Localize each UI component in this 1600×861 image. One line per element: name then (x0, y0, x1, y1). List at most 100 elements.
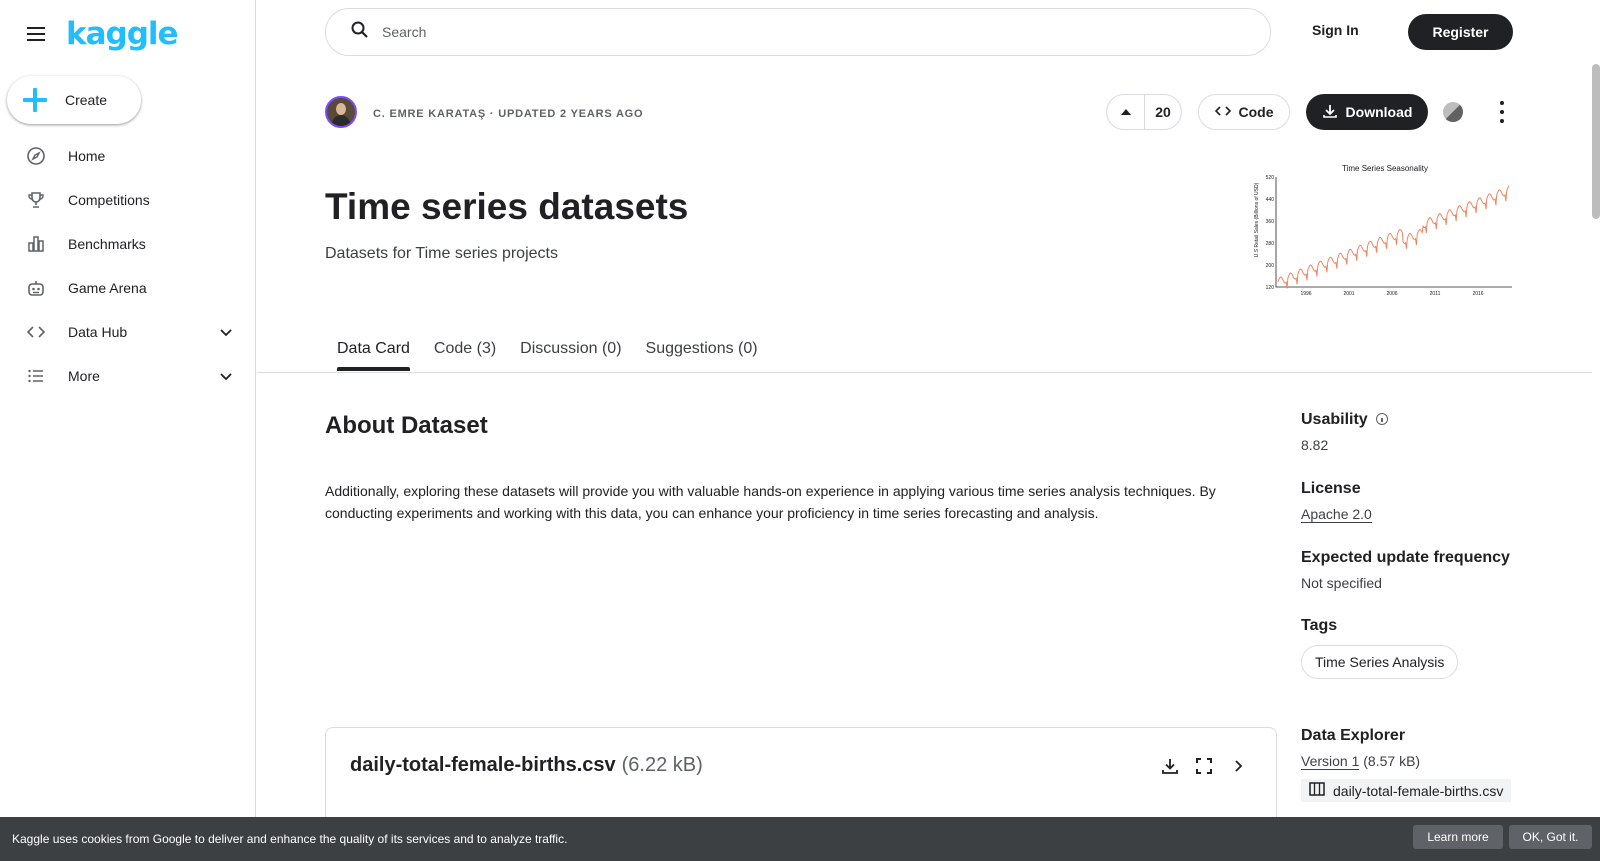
chevron-right-icon[interactable] (1228, 756, 1248, 776)
file-size: (6.22 kB) (621, 754, 703, 776)
download-button[interactable]: Download (1306, 94, 1428, 130)
more-options-icon[interactable] (1500, 101, 1504, 123)
data-explorer-label: Data Explorer (1301, 727, 1406, 744)
tag-chip[interactable]: Time Series Analysis (1301, 645, 1459, 679)
table-icon (1309, 782, 1325, 799)
upvote-button[interactable] (1107, 95, 1145, 129)
bar-chart-icon (26, 234, 46, 254)
compass-icon (26, 146, 46, 166)
code-button[interactable]: Code (1198, 94, 1290, 130)
chevron-down-icon[interactable] (218, 368, 234, 384)
sidebar-item-label: Game Arena (68, 280, 147, 296)
sidebar-item-label: Home (68, 148, 106, 164)
license-label: License (1301, 480, 1361, 497)
thumbnail-ytick-label: 200 (1266, 263, 1275, 269)
tab-suggestions[interactable]: Suggestions (0) (634, 330, 770, 370)
download-icon (1322, 103, 1338, 122)
create-label: Create (65, 92, 108, 108)
thumbnail-axes (1275, 177, 1512, 288)
download-icon[interactable] (1160, 756, 1180, 776)
search-input[interactable] (382, 24, 1182, 40)
sidebar-item-home[interactable]: Home (0, 134, 256, 178)
tags-label: Tags (1301, 617, 1338, 634)
code-button-label: Code (1238, 104, 1274, 120)
avatar[interactable] (325, 96, 357, 128)
thumbnail-xtick-label: 1996 (1300, 291, 1311, 297)
usability-section: Usability 8.82 (1301, 411, 1388, 453)
download-button-label: Download (1345, 104, 1413, 120)
license-link[interactable]: Apache 2.0 (1301, 506, 1372, 523)
register-button[interactable]: Register (1408, 14, 1513, 50)
update-frequency-section: Expected update frequency Not specified (1301, 549, 1510, 591)
sidebar-item-game-arena[interactable]: Game Arena (0, 266, 256, 310)
thumbnail-xtick-label: 2016 (1472, 291, 1483, 297)
sidebar-item-label: Data Hub (68, 324, 128, 340)
thumbnail-ytick-label: 440 (1266, 197, 1275, 203)
sidebar-item-competitions[interactable]: Competitions (0, 178, 256, 222)
about-title: About Dataset (325, 412, 488, 439)
sign-in-button[interactable]: Sign In (1312, 22, 1359, 38)
update-frequency-value: Not specified (1301, 575, 1382, 591)
file-name: daily-total-female-births.csv (350, 754, 616, 776)
search-icon (350, 20, 370, 45)
thumbnail-xtick-label: 2011 (1430, 291, 1441, 297)
sidebar-item-label: Competitions (68, 192, 150, 208)
usability-value: 8.82 (1301, 437, 1329, 453)
sidebar-header: kaggle (24, 16, 179, 52)
sidebar-item-more[interactable]: More (0, 354, 256, 398)
version-size: (8.57 kB) (1363, 753, 1421, 769)
sidebar-item-label: More (68, 368, 100, 384)
sidebar: kaggle Create Home Competitions Benchmar… (0, 0, 256, 861)
upvote-count: 20 (1155, 104, 1171, 120)
dataset-meta: C. EMRE KARATAŞ · UPDATED 2 YEARS AGO (373, 108, 644, 120)
create-button[interactable]: Create (7, 76, 141, 124)
tab-bar: Data Card Code (3) Discussion (0) Sugges… (325, 330, 770, 371)
arrow-up-icon (1120, 109, 1131, 115)
robot-icon (26, 278, 46, 298)
thumbnail-ylabel: U.S Retail Sales (Billions of USD) (1254, 182, 1260, 257)
tab-discussion[interactable]: Discussion (0) (508, 330, 633, 370)
plus-icon (23, 88, 47, 112)
info-icon[interactable] (1375, 412, 1388, 425)
sidebar-item-label: Benchmarks (68, 236, 146, 252)
sidebar-nav: Home Competitions Benchmarks Game Arena … (0, 134, 256, 398)
thumbnail-xtick-label: 2006 (1386, 291, 1397, 297)
page-title: Time series datasets (325, 186, 689, 227)
usability-label: Usability (1301, 411, 1368, 428)
explorer-file-item[interactable]: daily-total-female-births.csv (1301, 779, 1512, 802)
menu-icon[interactable] (24, 22, 48, 46)
scrollbar[interactable] (1592, 64, 1600, 219)
learn-more-button[interactable]: Learn more (1413, 825, 1503, 849)
explorer-file-name: daily-total-female-births.csv (1333, 782, 1504, 799)
trophy-icon (26, 190, 46, 210)
upvote-widget: 20 (1106, 94, 1182, 130)
chevron-down-icon[interactable] (218, 324, 234, 340)
theme-toggle-icon[interactable] (1443, 102, 1463, 122)
code-icon (26, 322, 46, 342)
tab-code[interactable]: Code (3) (422, 330, 508, 370)
thumbnail-xtick-label: 2001 (1343, 291, 1354, 297)
cookie-banner: Kaggle uses cookies from Google to deliv… (0, 817, 1600, 861)
about-text: Additionally, exploring these datasets w… (325, 483, 1216, 521)
cookie-text: Kaggle uses cookies from Google to deliv… (12, 832, 568, 846)
thumbnail-series-line (1277, 185, 1510, 289)
tags-section: Tags Time Series Analysis (1301, 617, 1459, 679)
thumbnail-ytick-label: 280 (1266, 241, 1275, 247)
update-frequency-label: Expected update frequency (1301, 549, 1510, 566)
thumbnail-ytick-label: 120 (1266, 285, 1275, 291)
data-explorer-section: Data Explorer Version 1 (8.57 kB) daily-… (1301, 727, 1512, 802)
page-subtitle: Datasets for Time series projects (325, 245, 558, 262)
sidebar-item-data-hub[interactable]: Data Hub (0, 310, 256, 354)
kaggle-logo[interactable]: kaggle (66, 16, 179, 52)
dataset-thumbnail: Time Series Seasonality U.S Retail Sales… (1254, 164, 1512, 297)
thumbnail-ytick-label: 360 (1266, 219, 1275, 225)
search-bar[interactable] (325, 8, 1271, 56)
fullscreen-icon[interactable] (1194, 756, 1214, 776)
list-icon (26, 366, 46, 386)
ok-got-it-button[interactable]: OK, Got it. (1509, 825, 1592, 849)
code-icon (1214, 103, 1231, 122)
tab-data-card[interactable]: Data Card (325, 330, 422, 371)
version-link[interactable]: Version 1 (1301, 753, 1360, 770)
sidebar-item-benchmarks[interactable]: Benchmarks (0, 222, 256, 266)
divider (257, 372, 1592, 373)
